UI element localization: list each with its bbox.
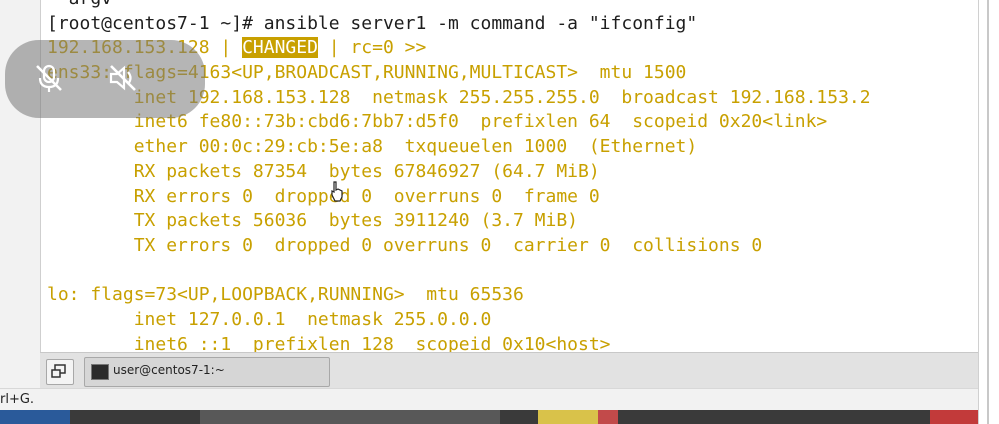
mouse-cursor-icon xyxy=(331,181,343,202)
terminal-line: TX errors 0 dropped 0 overruns 0 carrier… xyxy=(47,234,763,256)
terminal-line: RX packets 87354 bytes 67846927 (64.7 Mi… xyxy=(47,160,600,182)
taskbar: user@centos7-1:~ xyxy=(40,352,978,389)
terminal-line: RX errors 0 dropped 0 overruns 0 frame 0 xyxy=(47,185,600,207)
speaker-muted-icon[interactable] xyxy=(105,60,141,96)
outer-window-right-edge xyxy=(978,0,999,424)
terminal-line: ~ argv xyxy=(47,0,871,12)
media-controls-overlay xyxy=(5,40,205,118)
terminal-line: lo: flags=73<UP,LOOPBACK,RUNNING> mtu 65… xyxy=(47,284,524,306)
task-terminal-button[interactable]: user@centos7-1:~ xyxy=(84,357,330,387)
task-label: user@centos7-1:~ xyxy=(113,363,225,377)
status-bar: rl+G. xyxy=(0,388,978,411)
terminal-line: ether 00:0c:29:cb:5e:a8 txqueuelen 1000 … xyxy=(47,136,698,158)
terminal-line: TX packets 56036 bytes 3911240 (3.7 MiB) xyxy=(47,210,579,232)
return-code: | rc=0 >> xyxy=(317,37,427,59)
changed-badge: CHANGED xyxy=(242,37,318,59)
status-text: rl+G. xyxy=(0,392,35,407)
show-desktop-button[interactable] xyxy=(46,359,74,385)
terminal-line: inet6 ::1 prefixlen 128 scopeid 0x10<hos… xyxy=(47,333,611,352)
host-desktop-strip xyxy=(0,410,978,424)
terminal-command-line: [root@centos7-1 ~]# ansible server1 -m c… xyxy=(47,12,698,34)
window-switcher-icon xyxy=(51,364,66,378)
terminal-line: inet 127.0.0.1 netmask 255.0.0.0 xyxy=(47,308,492,330)
terminal-icon xyxy=(91,364,109,380)
mic-muted-icon[interactable] xyxy=(31,60,67,96)
